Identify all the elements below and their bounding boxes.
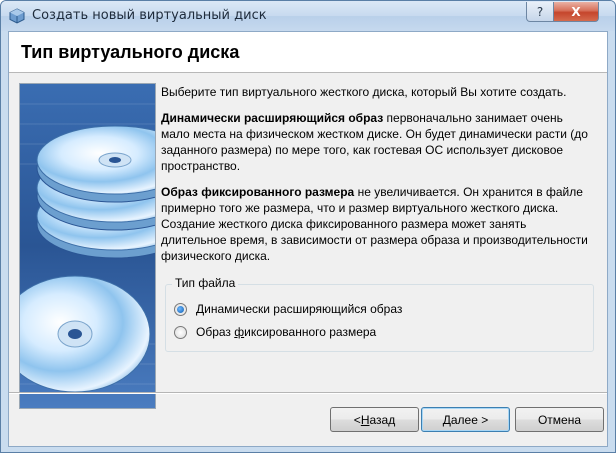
dynamic-title: Динамически расширяющийся образ (161, 111, 384, 125)
file-type-group: Тип файла Динамически расширяющийся обра… (165, 276, 594, 352)
fixed-description: Образ фиксированного размера не увеличив… (161, 184, 591, 264)
dialog-client-area: Тип виртуального диска Выберите тип вирт… (8, 31, 608, 447)
description-text: Выберите тип виртуального жесткого диска… (161, 84, 591, 274)
radio-fixed[interactable]: Образ фиксированного размера (174, 325, 376, 339)
help-button[interactable]: ? (526, 2, 554, 22)
radio-dynamic[interactable]: Динамически расширяющийся образ (174, 302, 402, 316)
disk-stack-illustration (19, 83, 156, 409)
window-title: Создать новый виртуальный диск (32, 8, 267, 23)
file-type-label: Тип файла (172, 276, 239, 290)
cancel-button[interactable]: Отмена (515, 407, 604, 432)
close-button[interactable]: X (553, 2, 599, 22)
wizard-header: Тип виртуального диска (9, 32, 607, 73)
radio-fixed-label[interactable]: Образ фиксированного размера (196, 325, 376, 339)
radio-fixed-button[interactable] (174, 325, 187, 339)
back-button[interactable]: < Назад (330, 407, 419, 432)
page-title: Тип виртуального диска (21, 42, 240, 62)
radio-dynamic-button[interactable] (174, 302, 187, 316)
virtualbox-icon (9, 8, 25, 24)
dialog-window: Создать новый виртуальный диск ? X Тип в… (0, 0, 616, 453)
title-bar[interactable]: Создать новый виртуальный диск ? X (1, 1, 615, 31)
button-separator (9, 392, 607, 394)
intro-text: Выберите тип виртуального жесткого диска… (161, 85, 567, 99)
radio-dynamic-label[interactable]: Динамически расширяющийся образ (196, 302, 402, 316)
dynamic-description: Динамически расширяющийся образ первонач… (161, 110, 591, 174)
next-button[interactable]: Далее > (421, 407, 510, 432)
fixed-title: Образ фиксированного размера (161, 185, 355, 199)
